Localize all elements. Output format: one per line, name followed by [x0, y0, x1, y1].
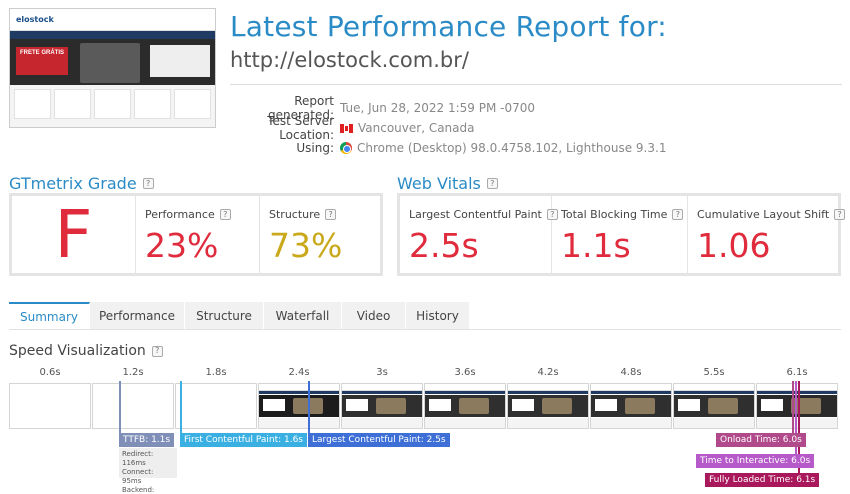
page-screenshot-thumbnail: elostock FRETE GRÁTIS	[9, 8, 216, 128]
divider	[230, 84, 842, 85]
banner-text: FRETE GRÁTIS	[16, 47, 68, 75]
tti-marker[interactable]: Time to Interactive: 6.0s	[696, 454, 815, 468]
ttfb-marker[interactable]: TTFB: 1.1s	[119, 433, 175, 447]
onload-marker-line	[792, 381, 794, 433]
help-icon[interactable]: ?	[219, 209, 231, 220]
fcp-marker-line	[180, 381, 182, 433]
timeline-ticks: 0.6s 1.2s 1.8s 2.4s 3s 3.6s 4.2s 4.8s 5.…	[0, 367, 850, 381]
tick-label: 3.6s	[454, 367, 476, 378]
help-icon[interactable]: ?	[672, 209, 684, 220]
filmstrip-frame[interactable]	[756, 383, 838, 429]
filmstrip-frame[interactable]	[590, 383, 672, 429]
help-icon[interactable]: ?	[325, 209, 337, 220]
site-logo: elostock	[16, 15, 54, 24]
tbt-value: 1.1s	[561, 226, 631, 265]
ttfb-marker-line	[119, 381, 121, 433]
tab-video[interactable]: Video	[342, 302, 406, 329]
gtmetrix-grade-panel: F Performance? 23% Structure? 73%	[9, 193, 383, 276]
tab-underline	[9, 329, 841, 330]
chrome-icon	[340, 142, 352, 154]
location-value: Vancouver, Canada	[358, 121, 475, 135]
tab-performance[interactable]: Performance	[90, 302, 185, 329]
gtmetrix-grade-heading: GTmetrix Grade ?	[9, 174, 154, 193]
tick-label: 4.2s	[537, 367, 559, 378]
fcp-marker[interactable]: First Contentful Paint: 1.6s	[180, 433, 307, 447]
generated-value: Tue, Jun 28, 2022 1:59 PM -0700	[340, 101, 535, 115]
tab-waterfall[interactable]: Waterfall	[264, 302, 342, 329]
filmstrip-frame[interactable]	[258, 383, 340, 429]
tab-structure[interactable]: Structure	[185, 302, 264, 329]
tick-label: 3s	[376, 367, 388, 378]
performance-label: Performance	[145, 208, 215, 221]
grade-letter: F	[54, 196, 93, 273]
help-icon[interactable]: ?	[142, 178, 154, 189]
help-icon[interactable]: ?	[486, 178, 498, 189]
tick-label: 5.5s	[703, 367, 725, 378]
lcp-value: 2.5s	[409, 226, 479, 265]
filmstrip-frame[interactable]	[175, 383, 257, 429]
filmstrip-frame[interactable]	[341, 383, 423, 429]
tick-label: 0.6s	[39, 367, 61, 378]
filmstrip-frame[interactable]	[424, 383, 506, 429]
tick-label: 2.4s	[288, 367, 310, 378]
lcp-label: Largest Contentful Paint	[409, 208, 542, 221]
redirect-time: Redirect: 116ms	[122, 450, 154, 467]
onload-marker[interactable]: Onload Time: 6.0s	[716, 433, 806, 447]
backend-time: Backend: 901ms	[122, 486, 155, 494]
ttfb-breakdown: Redirect: 116ms Connect: 95ms Backend: 9…	[119, 448, 177, 494]
filmstrip-frame[interactable]	[673, 383, 755, 429]
tbt-label: Total Blocking Time	[561, 208, 668, 221]
tick-label: 1.2s	[122, 367, 144, 378]
lcp-marker-line	[308, 381, 310, 433]
performance-value: 23%	[145, 226, 219, 265]
report-tabs: Summary Performance Structure Waterfall …	[9, 302, 470, 329]
lcp-marker[interactable]: Largest Contentful Paint: 2.5s	[308, 433, 450, 447]
report-url[interactable]: http://elostock.com.br/	[230, 48, 469, 72]
report-title: Latest Performance Report for:	[230, 10, 667, 43]
tick-label: 1.8s	[205, 367, 227, 378]
structure-label: Structure	[269, 208, 321, 221]
help-icon[interactable]: ?	[834, 209, 846, 220]
cls-label: Cumulative Layout Shift	[697, 208, 830, 221]
speed-visualization-heading: Speed Visualization ?	[9, 343, 163, 359]
using-value: Chrome (Desktop) 98.0.4758.102, Lighthou…	[357, 141, 667, 155]
location-label: Test Server Location:	[267, 114, 334, 142]
web-vitals-heading: Web Vitals ?	[397, 174, 498, 193]
canada-flag-icon	[340, 123, 353, 133]
structure-value: 73%	[269, 226, 343, 265]
connect-time: Connect: 95ms	[122, 468, 154, 485]
cls-value: 1.06	[697, 226, 771, 265]
help-icon[interactable]: ?	[151, 345, 163, 357]
tick-label: 6.1s	[786, 367, 808, 378]
tab-history[interactable]: History	[406, 302, 470, 329]
report-meta: Report generated: Tue, Jun 28, 2022 1:59…	[230, 94, 750, 158]
web-vitals-panel: Largest Contentful Paint? 2.5s Total Blo…	[397, 193, 846, 276]
filmstrip-frame[interactable]	[9, 383, 91, 429]
filmstrip-frame[interactable]	[92, 383, 174, 429]
flt-marker[interactable]: Fully Loaded Time: 6.1s	[705, 473, 820, 487]
using-label: Using:	[296, 141, 334, 155]
tab-summary[interactable]: Summary	[9, 302, 90, 329]
filmstrip-frame[interactable]	[507, 383, 589, 429]
tick-label: 4.8s	[620, 367, 642, 378]
